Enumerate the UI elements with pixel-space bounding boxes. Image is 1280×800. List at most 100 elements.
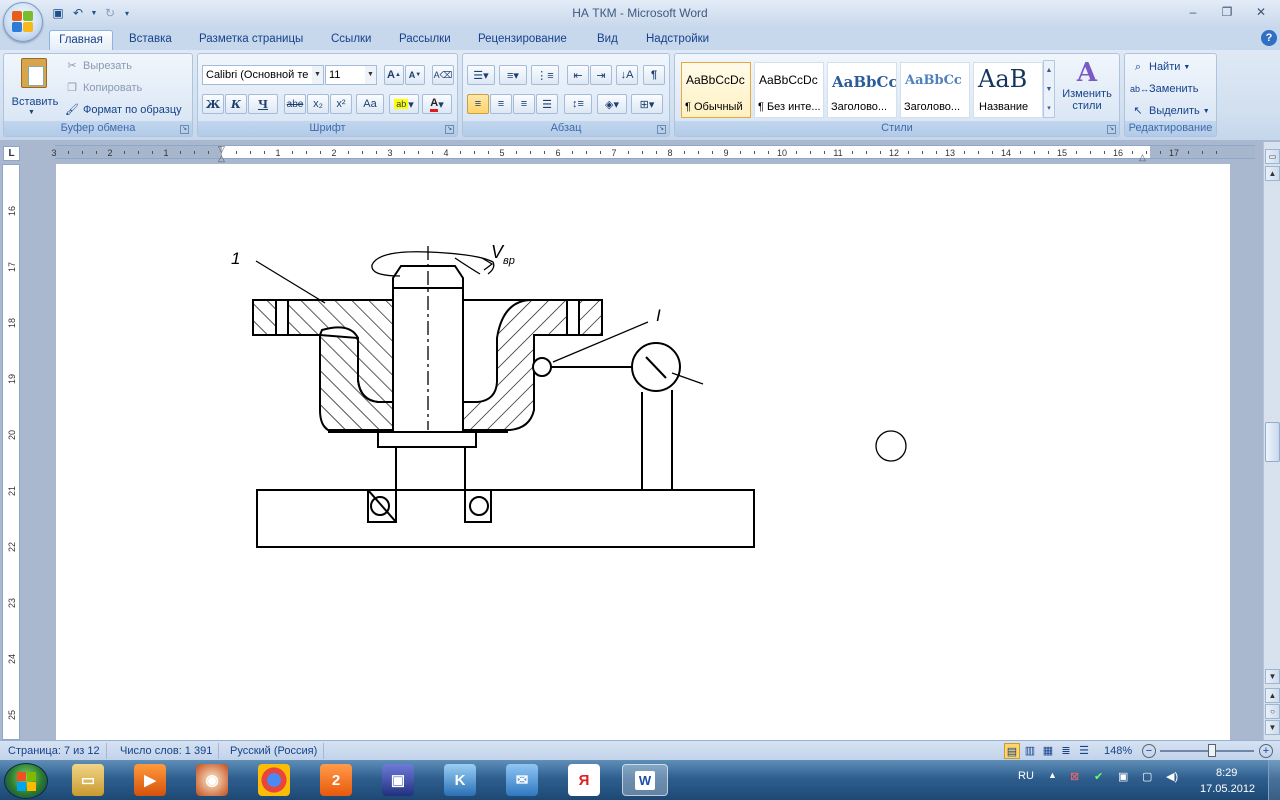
style-normal[interactable]: AaBbCcDc ¶ Обычный — [681, 62, 751, 118]
shrink-font-icon[interactable]: A ▼ — [405, 65, 425, 85]
increase-indent-icon[interactable]: ⇥ — [590, 65, 612, 85]
draft-icon[interactable]: ☰ — [1076, 743, 1092, 759]
tab-insert[interactable]: Вставка — [120, 30, 181, 50]
prev-page-icon[interactable]: ▲ — [1265, 688, 1280, 703]
replace-button[interactable]: ab↔ Заменить — [1130, 81, 1198, 97]
language-indicator[interactable]: Русский (Россия) — [224, 743, 325, 759]
bold-button[interactable]: Ж — [202, 94, 224, 114]
close-button[interactable]: ✕ — [1248, 3, 1274, 21]
show-desktop-button[interactable] — [1268, 760, 1280, 800]
font-size-combo[interactable]: 11 ▼ — [325, 65, 377, 85]
save-disk-icon[interactable]: ▣ — [382, 764, 414, 796]
page-indicator[interactable]: Страница: 7 из 12 — [2, 743, 107, 759]
scroll-down-icon[interactable]: ▼ — [1265, 669, 1280, 684]
tab-mailings[interactable]: Рассылки — [390, 30, 460, 50]
change-case-button[interactable]: Aa — [356, 94, 384, 114]
find-button[interactable]: ⌕ Найти ▼ — [1130, 59, 1190, 75]
shading-icon[interactable]: ◈▾ — [597, 94, 627, 114]
highlight-color-button[interactable]: ab ▾ — [389, 94, 419, 114]
font-family-combo[interactable]: Calibri (Основной те ▼ — [202, 65, 324, 85]
zoom-in-icon[interactable]: + — [1259, 744, 1273, 758]
yandex-icon[interactable]: Я — [568, 764, 600, 796]
superscript-button[interactable]: x² — [330, 94, 352, 114]
paste-button[interactable]: Вставить ▼ — [8, 56, 60, 120]
zoom-out-icon[interactable]: − — [1142, 744, 1156, 758]
scroll-track[interactable] — [1264, 182, 1280, 672]
agent-icon[interactable]: 2 — [320, 764, 352, 796]
align-right-icon[interactable]: ≡ — [513, 94, 535, 114]
zoom-slider-thumb[interactable] — [1208, 744, 1216, 757]
compass-icon[interactable]: K — [444, 764, 476, 796]
style-no-spacing[interactable]: AaBbCcDc ¶ Без инте... — [754, 62, 824, 118]
font-color-button[interactable]: A ▾ — [422, 94, 452, 114]
scroll-thumb[interactable] — [1265, 422, 1280, 462]
vertical-ruler[interactable]: 16 17 18 19 20 21 22 23 24 25 — [2, 164, 20, 740]
style-title[interactable]: AaB Название — [973, 62, 1043, 118]
clipboard-launcher-icon[interactable]: ↘ — [180, 125, 189, 134]
cut-button[interactable]: ✂ Вырезать — [64, 58, 132, 74]
tab-selector[interactable]: L — [3, 146, 20, 161]
left-indent-marker[interactable]: △ — [218, 153, 225, 164]
numbering-icon[interactable]: ≡▾ — [499, 65, 527, 85]
technical-drawing[interactable]: 1 I V вр — [56, 164, 1230, 740]
subscript-button[interactable]: x₂ — [307, 94, 329, 114]
print-layout-icon[interactable]: ▤ — [1004, 743, 1020, 759]
security-icon[interactable]: ✔ — [1094, 770, 1103, 783]
media-player-icon[interactable]: ▶ — [134, 764, 166, 796]
tab-home[interactable]: Главная — [49, 30, 113, 50]
change-styles-button[interactable]: A Изменить стили — [1059, 58, 1115, 122]
app-icon[interactable]: ◉ — [196, 764, 228, 796]
input-language[interactable]: RU — [1018, 770, 1034, 782]
right-indent-marker[interactable]: △ — [1139, 152, 1146, 163]
borders-icon[interactable]: ⊞▾ — [631, 94, 663, 114]
font-launcher-icon[interactable]: ↘ — [445, 125, 454, 134]
split-handle-icon[interactable]: ▭ — [1265, 149, 1280, 164]
decrease-indent-icon[interactable]: ⇤ — [567, 65, 589, 85]
full-screen-reading-icon[interactable]: ▥ — [1022, 743, 1038, 759]
underline-button[interactable]: Ч — [248, 94, 278, 114]
clock-date[interactable]: 17.05.2012 — [1200, 783, 1255, 795]
styles-launcher-icon[interactable]: ↘ — [1107, 125, 1116, 134]
zoom-level[interactable]: 148% — [1104, 743, 1132, 759]
vertical-scrollbar[interactable]: ▭ ▲ ▼ ▲ ○ ▼ — [1263, 142, 1280, 740]
multilevel-list-icon[interactable]: ⋮≡ — [531, 65, 559, 85]
align-left-icon[interactable]: ≡ — [467, 94, 489, 114]
tab-references[interactable]: Ссылки — [322, 30, 381, 50]
restore-button[interactable]: ❐ — [1214, 3, 1240, 21]
horizontal-ruler[interactable]: 3 2 1 1 2 3 4 5 6 7 8 9 10 11 12 13 14 15 16 17 ▽ △ △ — [0, 140, 1280, 164]
tab-page-layout[interactable]: Разметка страницы — [190, 30, 312, 50]
web-layout-icon[interactable]: ▦ — [1040, 743, 1056, 759]
mail-icon[interactable]: ✉ — [506, 764, 538, 796]
zoom-slider[interactable] — [1160, 750, 1254, 752]
copy-button[interactable]: ❐ Копировать — [64, 80, 142, 96]
help-icon[interactable]: ? — [1261, 30, 1277, 46]
style-heading-2[interactable]: AaBbCc Заголово... — [900, 62, 970, 118]
tray-expand-icon[interactable]: ▲ — [1048, 770, 1057, 780]
strikethrough-button[interactable]: abe — [284, 94, 306, 114]
format-painter-button[interactable]: 🖌 Формат по образцу — [64, 102, 182, 118]
tab-addins[interactable]: Надстройки — [637, 30, 718, 50]
grow-font-icon[interactable]: A ▲ — [384, 65, 404, 85]
explorer-icon[interactable]: ▭ — [72, 764, 104, 796]
document-page[interactable]: 1 I V вр — [56, 164, 1230, 740]
styles-scroll[interactable]: ▲ ▼ ▾ — [1043, 60, 1055, 118]
device-icon[interactable]: ▣ — [1118, 770, 1128, 783]
tab-view[interactable]: Вид — [588, 30, 627, 50]
sort-icon[interactable]: ↓A — [616, 65, 638, 85]
align-center-icon[interactable]: ≡ — [490, 94, 512, 114]
network-icon[interactable]: ⊠ — [1070, 770, 1079, 783]
scroll-up-icon[interactable]: ▲ — [1265, 166, 1280, 181]
clock-time[interactable]: 8:29 — [1216, 767, 1237, 779]
paragraph-launcher-icon[interactable]: ↘ — [657, 125, 666, 134]
show-formatting-icon[interactable]: ¶ — [643, 65, 665, 85]
word-count[interactable]: Число слов: 1 391 — [114, 743, 220, 759]
italic-button[interactable]: К — [225, 94, 247, 114]
font-family-dropdown-icon[interactable]: ▼ — [312, 66, 323, 84]
justify-icon[interactable]: ☰ — [536, 94, 558, 114]
select-button[interactable]: ↖ Выделить ▼ — [1130, 103, 1209, 119]
outline-icon[interactable]: ≣ — [1058, 743, 1074, 759]
display-icon[interactable]: ▢ — [1142, 770, 1152, 783]
style-heading-1[interactable]: AaBbCc Заголово... — [827, 62, 897, 118]
font-size-dropdown-icon[interactable]: ▼ — [365, 66, 376, 84]
start-button[interactable] — [4, 763, 48, 799]
